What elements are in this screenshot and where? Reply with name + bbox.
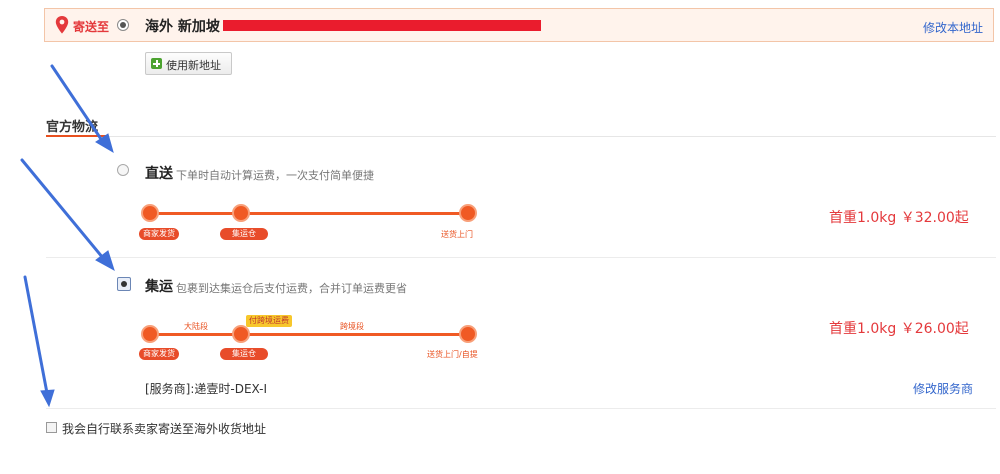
annotation-arrows [20, 64, 115, 408]
arrow-pointer-icon [50, 64, 105, 144]
arrow-pointer-icon [23, 275, 49, 395]
arrow-pointer-icon [20, 158, 105, 260]
arrow-head-icon [40, 389, 55, 408]
